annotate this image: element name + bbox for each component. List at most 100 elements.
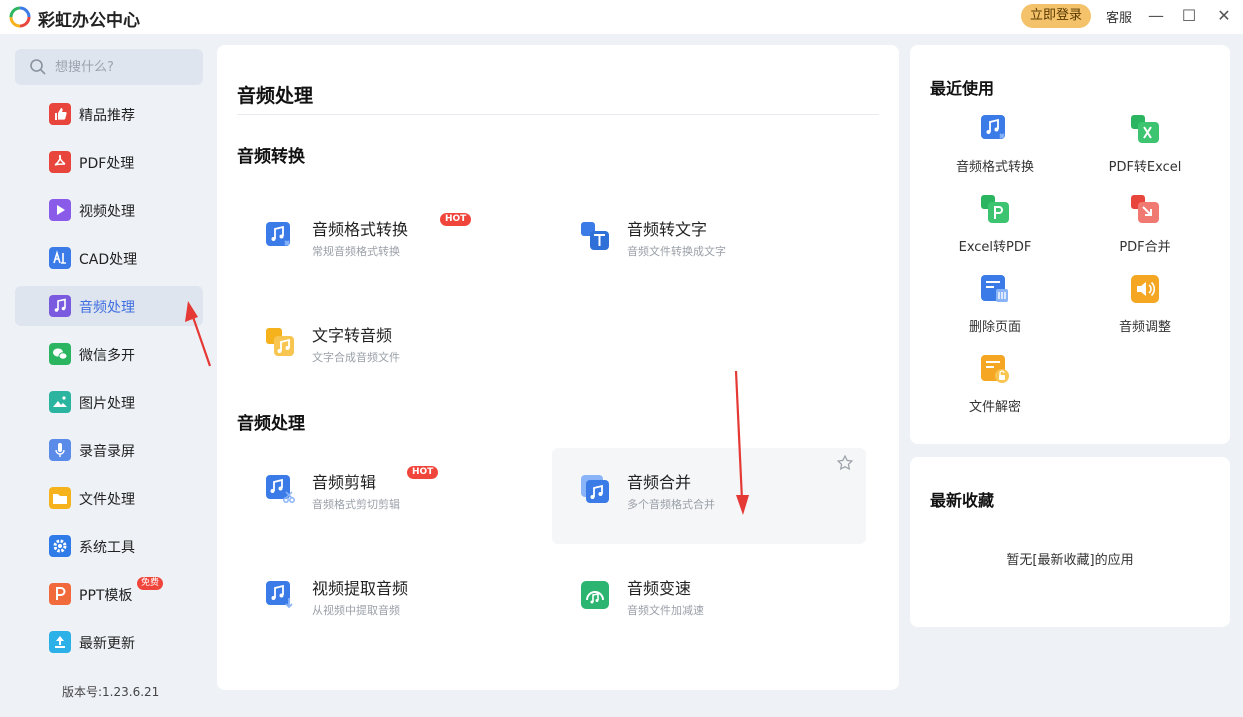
hot-badge: HOT [440,213,472,226]
tool-title: 音频格式转换 [312,220,409,239]
video-play-icon [49,199,71,221]
close-button[interactable]: ✕ [1211,3,1237,29]
upload-arrow-icon [49,631,71,653]
tool-title: 视频提取音频 [312,579,409,598]
tool-audio-speed[interactable]: 音频变速 音频文件加减速 [552,554,866,650]
section-title-audio-process: 音频处理 [237,414,305,434]
pdf-to-excel-icon [1131,115,1159,143]
recent-item-audio-adjust[interactable]: 音频调整 [1070,274,1220,344]
sidebar-item-cad[interactable]: CAD处理 [15,238,203,278]
tool-desc: 多个音频格式合并 [627,498,715,511]
sidebar-item-pdf[interactable]: PDF处理 [15,142,203,182]
sidebar-item-label: 微信多开 [79,348,135,364]
recent-label: PDF转Excel [1108,160,1182,175]
audio-merge-icon [581,475,609,503]
gear-icon [49,535,71,557]
tool-desc: 常规音频格式转换 [312,245,400,258]
text-to-audio-icon [266,328,294,356]
sidebar-item-file[interactable]: 文件处理 [15,478,203,518]
sidebar-item-image[interactable]: 图片处理 [15,382,203,422]
excel-to-pdf-icon [981,195,1009,223]
tool-desc: 音频格式剪切剪辑 [312,498,400,511]
sidebar-item-label: 文件处理 [79,492,135,508]
sidebar-item-label: 系统工具 [79,540,135,556]
image-icon [49,391,71,413]
login-button[interactable]: 立即登录 [1021,4,1091,28]
sidebar-item-record[interactable]: 录音录屏 [15,430,203,470]
recent-label: 音频格式转换 [955,160,1034,175]
favorites-title: 最新收藏 [930,491,995,510]
app-title: 彩虹办公中心 [38,11,140,31]
star-icon[interactable] [836,454,854,472]
cad-icon [49,247,71,269]
customer-service-button[interactable]: 客服 [1106,7,1132,26]
tool-audio-merge[interactable]: 音频合并 多个音频格式合并 [552,448,866,544]
pdf-icon [49,151,71,173]
delete-page-icon [981,275,1008,302]
search-box[interactable] [15,49,203,85]
tool-audio-cut[interactable]: 音频剪辑 HOT 音频格式剪切剪辑 [237,448,551,544]
recent-item-delete-page[interactable]: 删除页面 [920,274,1070,344]
sidebar-item-system[interactable]: 系统工具 [15,526,203,566]
free-badge: 免费 [137,577,164,590]
sidebar-item-label: CAD处理 [79,252,138,268]
ppt-icon [49,583,71,605]
maximize-button[interactable]: ☐ [1176,3,1202,29]
audio-convert-icon [266,222,290,246]
recent-panel: 最近使用 音频格式转换 PDF转Excel Excel转PDF PDF合并 删除… [910,45,1230,444]
search-icon [30,59,46,75]
thumbs-up-icon [49,103,71,125]
sidebar-item-label: PPT模板 [79,588,133,604]
sidebar-item-audio[interactable]: 音频处理 [15,286,203,326]
recent-label: Excel转PDF [958,240,1032,255]
recent-item-pdf-merge[interactable]: PDF合并 [1070,194,1220,264]
sidebar-item-label: 视频处理 [79,204,135,220]
tool-title: 文字转音频 [312,326,393,345]
tool-audio-to-text[interactable]: 音频转文字 音频文件转换成文字 [552,195,866,291]
sidebar-item-label: 最新更新 [79,636,135,652]
sidebar-item-featured[interactable]: 精品推荐 [15,94,203,134]
recent-item-audio-convert[interactable]: 音频格式转换 [920,114,1070,184]
recent-item-excel-to-pdf[interactable]: Excel转PDF [920,194,1070,264]
audio-speed-icon [581,581,609,609]
sidebar-item-label: 图片处理 [79,396,135,412]
pdf-merge-icon [1131,195,1159,223]
tool-desc: 音频文件转换成文字 [627,245,726,258]
main-panel: 音频处理 音频转换 音频格式转换 HOT 常规音频格式转换 音频转文字 音频文件… [217,45,899,690]
recent-label: PDF合并 [1119,240,1171,255]
video-extract-audio-icon [266,581,293,609]
recent-item-file-decrypt[interactable]: 文件解密 [920,354,1070,424]
sidebar-item-label: 音频处理 [79,300,135,316]
tool-title: 音频转文字 [627,220,708,239]
audio-to-text-icon [581,222,609,250]
rainbow-logo-icon [9,6,31,28]
tool-audio-format-convert[interactable]: 音频格式转换 HOT 常规音频格式转换 [237,195,551,291]
audio-convert-icon [981,115,1005,139]
recent-title: 最近使用 [930,79,995,98]
sidebar-item-label: 精品推荐 [79,108,135,124]
search-input[interactable] [55,57,195,77]
sidebar-item-wechat[interactable]: 微信多开 [15,334,203,374]
tool-title: 音频变速 [627,579,692,598]
page-title: 音频处理 [237,85,314,107]
favorites-panel: 最新收藏 暂无[最新收藏]的应用 [910,457,1230,627]
tool-desc: 从视频中提取音频 [312,604,400,617]
divider [237,114,879,115]
minimize-button[interactable]: — [1143,3,1169,29]
tool-video-extract-audio[interactable]: 视频提取音频 从视频中提取音频 [237,554,551,650]
title-bar: 彩虹办公中心 立即登录 客服 — ☐ ✕ [0,0,1243,34]
microphone-icon [49,439,71,461]
sidebar-item-label: 录音录屏 [79,444,135,460]
tool-text-to-audio[interactable]: 文字转音频 文字合成音频文件 [237,301,551,397]
sidebar-item-video[interactable]: 视频处理 [15,190,203,230]
wechat-icon [49,343,71,365]
hot-badge: HOT [407,466,439,479]
audio-cut-icon [266,475,295,503]
sidebar-item-updates[interactable]: 最新更新 [15,622,203,662]
recent-item-pdf-to-excel[interactable]: PDF转Excel [1070,114,1220,184]
tool-title: 音频合并 [627,473,692,492]
recent-label: 删除页面 [968,320,1021,335]
tool-title: 音频剪辑 [312,473,377,492]
sidebar-item-ppt[interactable]: PPT模板 免费 [15,574,203,614]
recent-label: 文件解密 [968,400,1021,415]
